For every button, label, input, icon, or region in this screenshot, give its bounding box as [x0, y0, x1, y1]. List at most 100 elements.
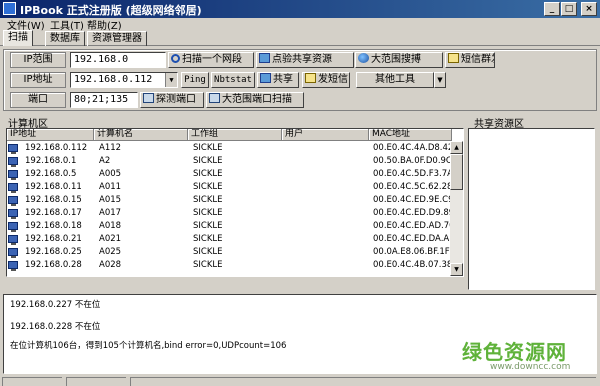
- table-row[interactable]: 192.168.0.5 A005 SICKLE 00.E0.4C.5D.F3.7A: [7, 168, 457, 181]
- vertical-scrollbar[interactable]: ▲ ▼: [450, 141, 463, 276]
- check-shares-button[interactable]: 点验共享资源: [256, 52, 354, 68]
- wide-search-button[interactable]: 大范围搜搏: [355, 52, 443, 68]
- other-tools-button[interactable]: 其他工具: [356, 72, 434, 88]
- computer-icon: [8, 261, 18, 271]
- cell-mac: 00.0A.E8.06.BF.1F: [373, 247, 450, 257]
- column-user[interactable]: 用户: [282, 129, 369, 141]
- chevron-down-icon[interactable]: ▼: [434, 72, 446, 88]
- cell-computer-name: A017: [99, 208, 122, 218]
- table-row[interactable]: 192.168.0.11 A011 SICKLE 00.E0.4C.5C.62.28.…: [7, 181, 463, 194]
- table-row[interactable]: 192.168.0.17 A017 SICKLE 00.E0.4C.ED.D9.89: [7, 207, 457, 220]
- cell-computer-name: A112: [99, 143, 122, 153]
- scan-segment-button[interactable]: 扫描一个网段: [168, 52, 254, 68]
- cell-computer-name: A025: [99, 247, 122, 257]
- share-resource-panel[interactable]: [468, 128, 595, 290]
- ip-address-value: 192.168.0.112: [74, 74, 153, 85]
- cell-mac: 00.E0.4C.ED.9E.C9: [373, 195, 454, 205]
- cell-ip: 192.168.0.21: [25, 234, 82, 244]
- cell-computer-name: A018: [99, 221, 122, 231]
- app-icon: [3, 2, 16, 15]
- table-row[interactable]: 192.168.0.25 A025 SICKLE 00.0A.E8.06.BF.1F: [7, 246, 457, 259]
- status-bar: [0, 376, 600, 386]
- ip-range-input[interactable]: 192.168.0: [70, 52, 166, 68]
- tab-strip: 扫描 数据库 资源管理器: [0, 30, 600, 46]
- wide-port-scan-button[interactable]: 大范围端口扫描: [206, 92, 304, 108]
- table-row[interactable]: 192.168.0.1 A2 SICKLE 00.50.BA.0F.D0.9C: [7, 155, 457, 168]
- computer-icon: [8, 209, 18, 219]
- computer-icon: [8, 222, 18, 232]
- table-row[interactable]: 192.168.0.112 A112 SICKLE 00.E0.4C.4A.D8.42: [7, 142, 457, 155]
- cell-computer-name: A005: [99, 169, 122, 179]
- probe-port-button[interactable]: 探测端口: [140, 92, 204, 108]
- computer-icon: [8, 183, 18, 193]
- cell-workgroup: SICKLE: [193, 182, 223, 192]
- log-line: 192.168.0.227 不在位: [10, 300, 101, 310]
- monitor-icon: [143, 93, 154, 103]
- scan-segment-label: 扫描一个网段: [182, 54, 242, 65]
- scroll-thumb[interactable]: [450, 154, 463, 190]
- tab-database[interactable]: 数据库: [45, 31, 85, 46]
- menu-bar: 文件(W) 工具(T) 帮助(Z): [0, 18, 600, 32]
- column-workgroup[interactable]: 工作组: [188, 129, 282, 141]
- cell-ip: 192.168.0.11: [25, 182, 82, 192]
- close-button[interactable]: ×: [581, 2, 597, 16]
- column-ip[interactable]: IP地址: [7, 129, 94, 141]
- computer-icon: [8, 196, 18, 206]
- table-row[interactable]: 192.168.0.18 A018 SICKLE 00.E0.4C.ED.AD.70: [7, 220, 457, 233]
- cell-ip: 192.168.0.1: [25, 156, 77, 166]
- computer-icon: [8, 248, 18, 258]
- share-icon: [259, 53, 270, 63]
- log-panel[interactable]: 192.168.0.227 不在位 192.168.0.228 不在位 在位计算…: [3, 294, 597, 374]
- computer-icon: [8, 235, 18, 245]
- cell-ip: 192.168.0.18: [25, 221, 82, 231]
- cell-workgroup: SICKLE: [193, 260, 223, 270]
- computer-icon: [8, 157, 18, 167]
- chevron-down-icon[interactable]: ▼: [165, 73, 177, 87]
- port-label: 端口: [10, 92, 66, 108]
- tab-scan[interactable]: 扫描: [3, 30, 33, 46]
- cell-workgroup: SICKLE: [193, 156, 223, 166]
- cell-computer-name: A015: [99, 195, 122, 205]
- cell-computer-name: A011: [99, 182, 122, 192]
- ping-button[interactable]: Ping: [181, 72, 209, 88]
- cell-workgroup: SICKLE: [193, 247, 223, 257]
- cell-mac: 00.E0.4C.ED.DA.AE: [373, 234, 455, 244]
- cell-mac: 00.E0.4C.ED.D9.89: [373, 208, 455, 218]
- cell-workgroup: SICKLE: [193, 221, 223, 231]
- table-row[interactable]: 192.168.0.28 A028 SICKLE 00.E0.4C.4B.07.38: [7, 259, 457, 272]
- table-row[interactable]: 192.168.0.15 A015 SICKLE 00.E0.4C.ED.9E.C9: [7, 194, 457, 207]
- ip-address-select[interactable]: 192.168.0.112 ▼: [70, 72, 178, 88]
- column-mac[interactable]: MAC地址: [369, 129, 452, 141]
- column-computer-name[interactable]: 计算机名: [94, 129, 188, 141]
- cell-workgroup: SICKLE: [193, 143, 223, 153]
- cell-computer-name: A2: [99, 156, 111, 166]
- tab-resource-manager[interactable]: 资源管理器: [87, 31, 147, 46]
- maximize-button[interactable]: □: [561, 2, 577, 16]
- cell-ip: 192.168.0.28: [25, 260, 82, 270]
- cell-workgroup: SICKLE: [193, 169, 223, 179]
- ip-address-label: IP地址: [10, 72, 66, 88]
- envelope-icon: [448, 53, 459, 63]
- computer-list[interactable]: IP地址 计算机名 工作组 用户 MAC地址 192.168.0.112 A112…: [6, 128, 464, 277]
- cell-ip: 192.168.0.17: [25, 208, 82, 218]
- status-panel: [66, 377, 126, 386]
- cell-computer-name: A028: [99, 260, 122, 270]
- sms-broadcast-button[interactable]: 短信群发: [445, 52, 495, 68]
- status-panel: [130, 377, 596, 386]
- port-input[interactable]: 80;21;135: [70, 92, 138, 108]
- wide-port-scan-label: 大范围端口扫描: [222, 94, 292, 105]
- cell-mac: 00.50.BA.0F.D0.9C: [373, 156, 452, 166]
- table-row[interactable]: 192.168.0.21 A021 SICKLE 00.E0.4C.ED.DA.AE: [7, 233, 457, 246]
- scroll-down-icon[interactable]: ▼: [450, 263, 463, 276]
- computer-icon: [8, 144, 18, 154]
- title-bar[interactable]: IPBook 正式注册版 (超级网络邻居) _ □ ×: [0, 0, 600, 18]
- scroll-up-icon[interactable]: ▲: [450, 141, 463, 154]
- other-tools-label: 其他工具: [375, 74, 415, 85]
- nbtstat-button[interactable]: Nbtstat: [211, 72, 255, 88]
- minimize-button[interactable]: _: [544, 2, 560, 16]
- share-button[interactable]: 共享: [257, 72, 299, 88]
- cell-ip: 192.168.0.15: [25, 195, 82, 205]
- send-sms-button[interactable]: 发短信: [302, 72, 350, 88]
- wide-search-label: 大范围搜搏: [371, 54, 421, 65]
- cell-mac: 00.E0.4C.ED.AD.70: [373, 221, 455, 231]
